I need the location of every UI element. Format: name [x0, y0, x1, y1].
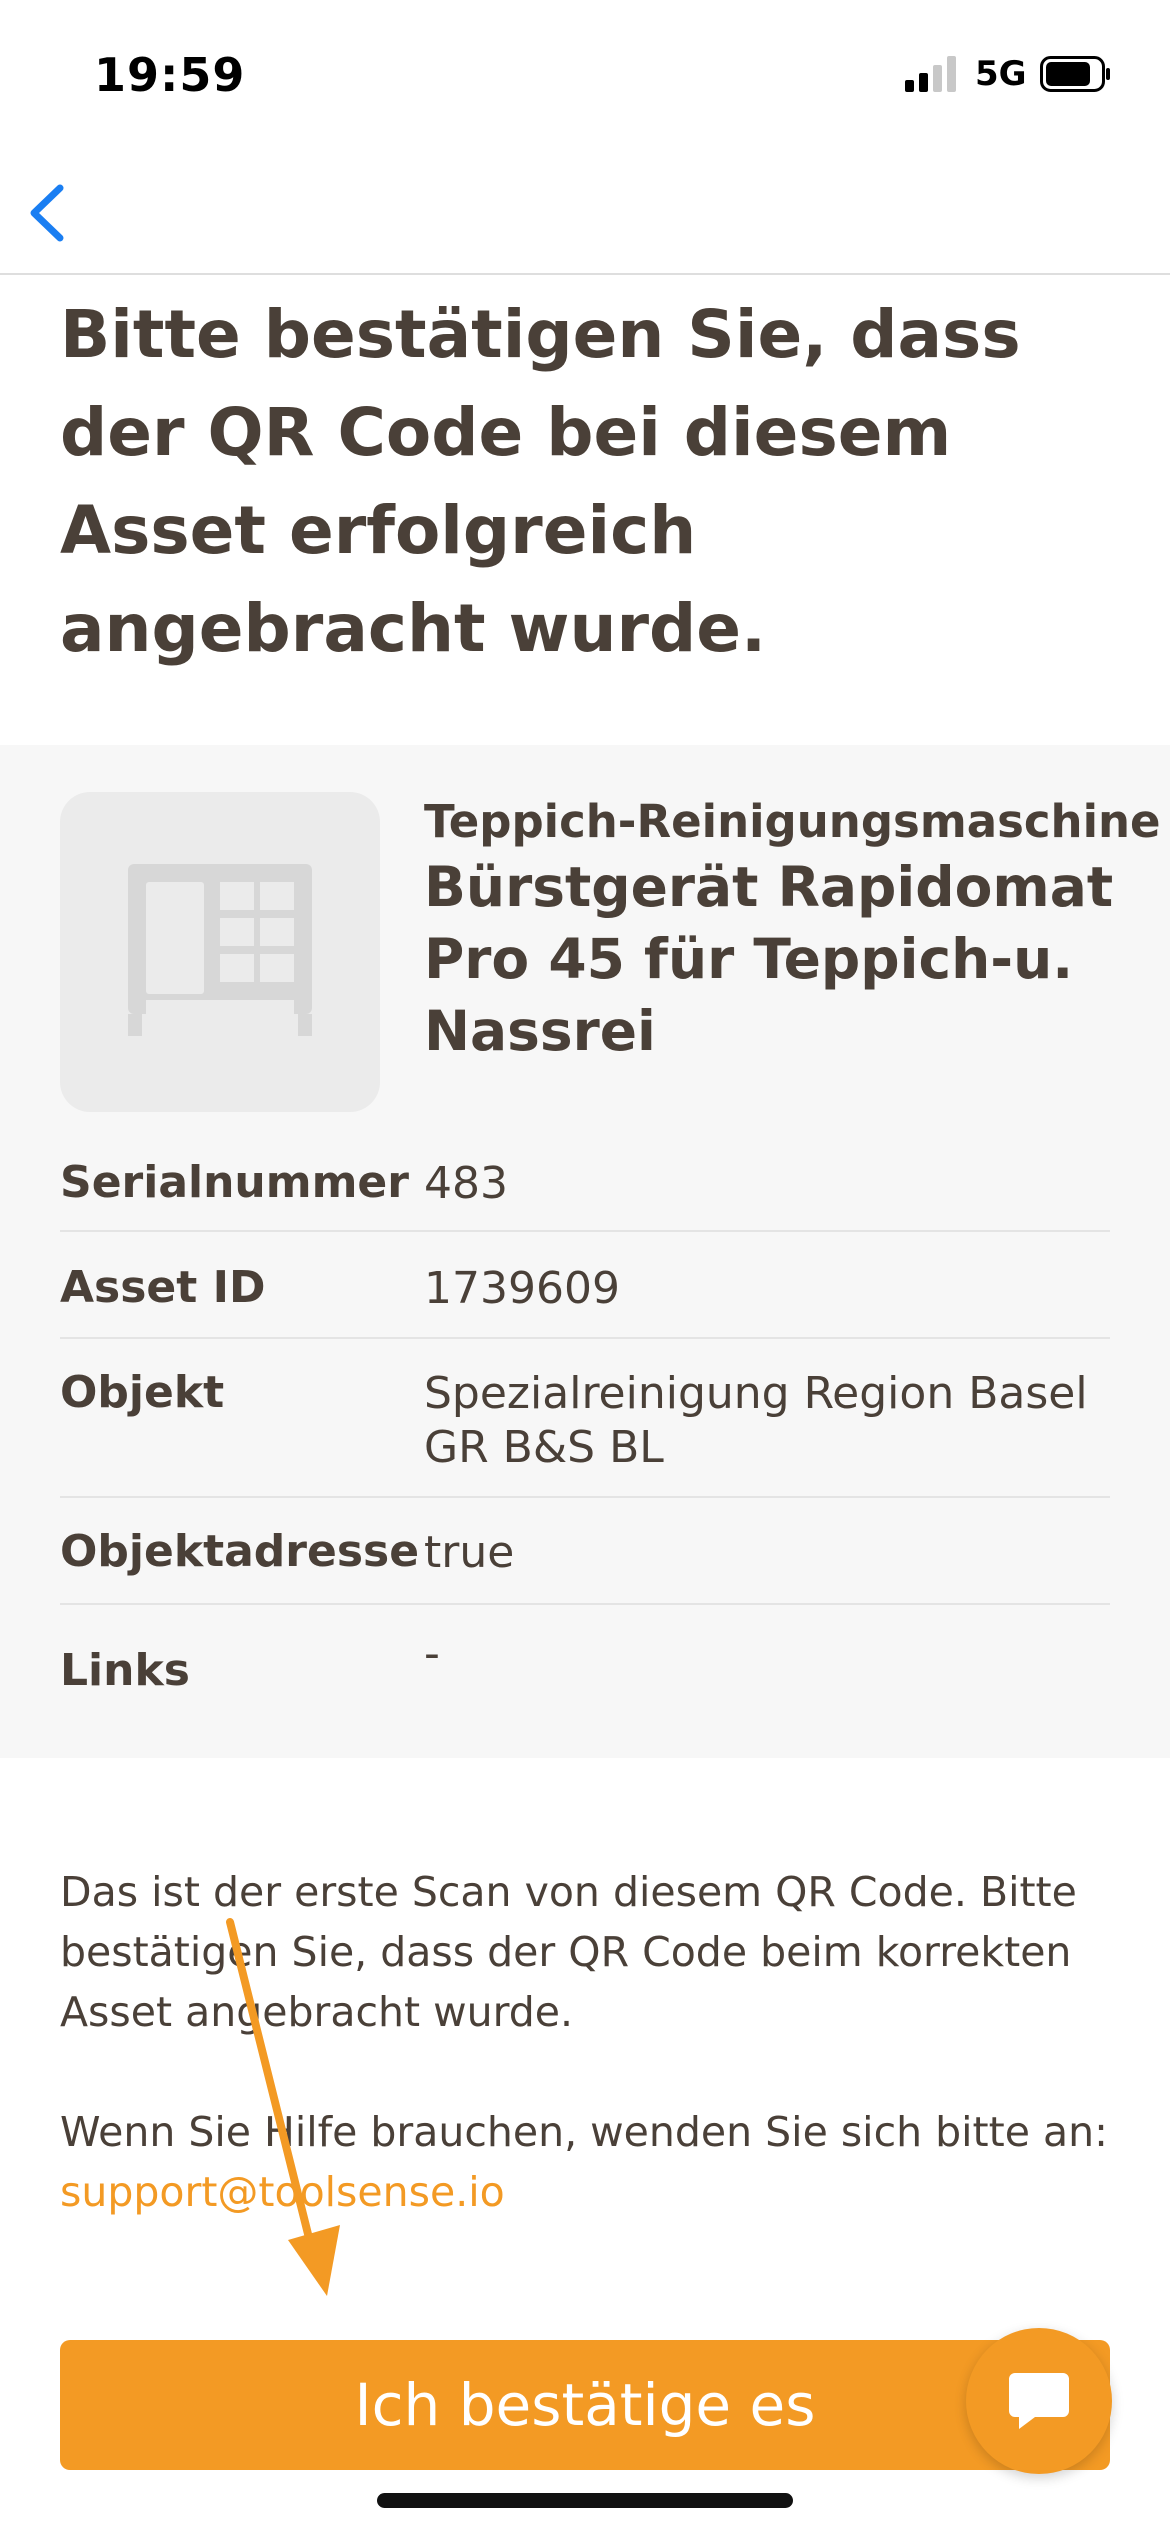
page-title: Bitte bestätigen Sie, dass der QR Code b… — [60, 296, 1021, 667]
asset-category: Teppich-Reinigungsmaschine — [424, 795, 1161, 848]
detail-row-serial: Serialnummer 483 — [60, 1125, 1110, 1232]
confirm-button[interactable]: Ich bestätige es — [60, 2340, 1110, 2470]
battery-icon — [1040, 56, 1110, 92]
detail-label: Serialnummer — [60, 1157, 409, 1208]
detail-label: Asset ID — [60, 1262, 266, 1313]
cellular-signal-icon — [905, 56, 956, 92]
detail-value: true — [424, 1527, 515, 1578]
detail-label: Objektadresse — [60, 1526, 420, 1577]
detail-value: Spezialreinigung Region Basel GR B&S BL — [424, 1368, 1088, 1473]
home-indicator — [377, 2493, 793, 2508]
asset-details-list: Serialnummer 483 Asset ID 1739609 Objekt… — [60, 1125, 1110, 1730]
support-email-link[interactable]: support@toolsense.io — [60, 2168, 505, 2216]
detail-value: 1739609 — [424, 1263, 620, 1314]
detail-row-objekt: Objekt Spezialreinigung Region Basel GR … — [60, 1339, 1110, 1498]
first-scan-info: Das ist der erste Scan von diesem QR Cod… — [60, 1868, 1077, 2036]
detail-label: Links — [60, 1645, 190, 1696]
chat-bubble-icon — [1009, 2373, 1069, 2429]
navigation-bar — [0, 150, 1170, 275]
asset-card: Teppich-Reinigungsmaschine Bürstgerät Ra… — [0, 745, 1170, 1758]
detail-row-objektadresse: Objektadresse true — [60, 1498, 1110, 1605]
detail-row-asset-id: Asset ID 1739609 — [60, 1232, 1110, 1339]
asset-name: Bürstgerät Rapidomat Pro 45 für Teppich-… — [424, 855, 1114, 1063]
help-text-block: Wenn Sie Hilfe brauchen, wenden Sie sich… — [60, 2102, 1120, 2222]
status-time: 19:59 — [94, 48, 246, 102]
status-bar: 19:59 5G — [0, 0, 1170, 150]
help-text: Wenn Sie Hilfe brauchen, wenden Sie sich… — [60, 2108, 1108, 2156]
detail-label: Objekt — [60, 1367, 225, 1418]
detail-value: - — [424, 1628, 440, 1679]
detail-value: 483 — [424, 1158, 508, 1209]
chat-button[interactable] — [966, 2328, 1112, 2474]
back-chevron-icon[interactable] — [20, 178, 80, 248]
network-type: 5G — [975, 54, 1027, 94]
detail-row-links: Links - — [60, 1605, 1110, 1730]
asset-thumbnail — [60, 792, 380, 1112]
machine-icon — [128, 864, 312, 1036]
